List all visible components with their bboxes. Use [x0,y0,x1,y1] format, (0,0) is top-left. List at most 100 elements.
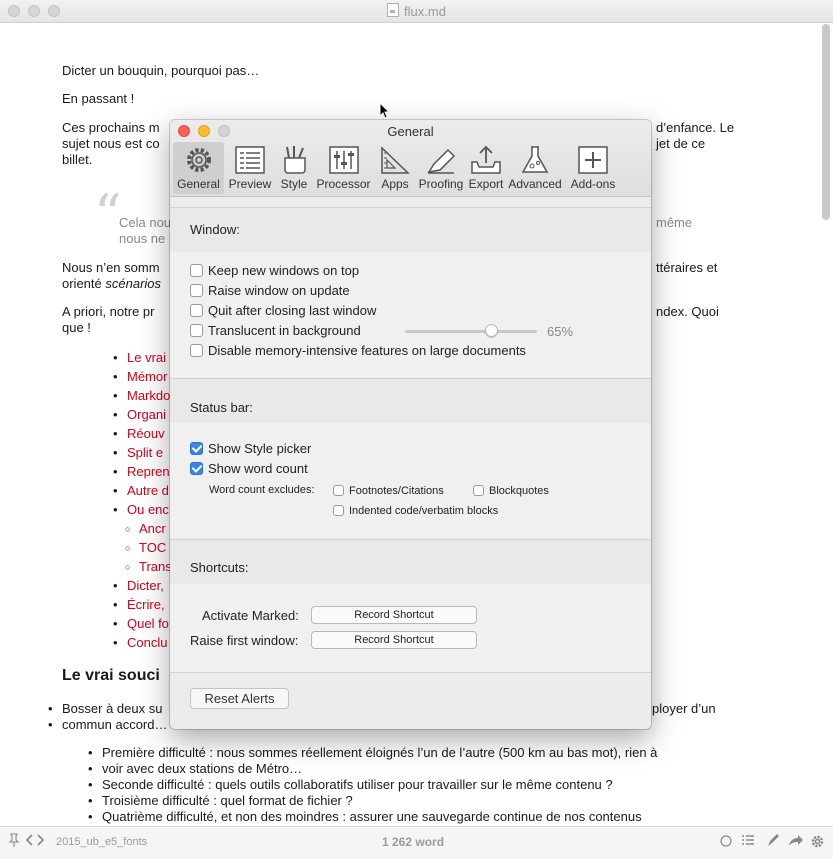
record-activate-shortcut-button[interactable]: Record Shortcut [311,606,477,624]
tab-label: Advanced [508,177,562,191]
translucency-value: 65% [547,324,574,339]
toc-link[interactable]: Mémor [113,369,168,385]
checkbox[interactable] [190,442,203,455]
word-count[interactable]: 1 262 word [382,835,444,849]
style-picker[interactable]: 2015_ub_e5_fonts [56,836,147,848]
checkbox[interactable] [190,284,203,297]
status-bar: 2015_ub_e5_fonts 1 262 word [0,826,833,859]
pen-icon[interactable] [766,833,780,851]
paragraph-fragment: ttéraires et [656,260,718,275]
tab-preview[interactable]: Preview [225,142,275,194]
toc-link[interactable]: Organi [113,407,166,423]
tab-general[interactable]: General [173,142,224,194]
add-ons-icon [565,144,621,176]
list-item: Seconde difficulté : quels outils collab… [88,777,613,793]
tab-proofing[interactable]: Proofing [416,142,466,194]
toc-link[interactable]: Ou enc [113,502,169,518]
tab-label: Preview [228,177,272,191]
toc-link[interactable]: Quel fo [113,616,169,632]
tab-label: Proofing [418,177,464,191]
blockquote-mark: “ [94,183,122,246]
translucency-slider-knob[interactable] [484,324,498,337]
blockquote-text: même [656,215,693,230]
preferences-title: General [387,124,434,139]
paragraph-fragment: commun accord… [48,717,168,733]
toc-link[interactable]: Dicter, [113,578,164,594]
checkbox-label: Footnotes/Citations [349,485,444,497]
toc-list-icon[interactable] [741,834,755,851]
checkbox-label: Show word count [208,461,308,476]
preferences-window: General General Preview Style Processor Apps… [170,120,651,729]
toc-link[interactable]: Markdo [113,388,170,404]
checkbox[interactable] [190,264,203,277]
checkbox[interactable] [190,304,203,317]
window-title-text: flux.md [404,4,446,19]
checkbox[interactable] [473,485,484,496]
blockquote-text: Cela nou [119,215,172,230]
checkbox[interactable] [190,324,203,337]
tab-label: Apps [381,177,409,191]
tab-label: Style [280,177,308,191]
tab-label: Add-ons [570,177,616,191]
translucency-slider-track[interactable] [405,330,537,333]
checkbox-label: Raise window on update [208,283,350,298]
checkbox[interactable] [190,462,203,475]
paragraph-fragment: Bosser à deux su [48,701,163,717]
preferences-toolbar: General General Preview Style Processor Apps… [170,120,651,197]
list-item: Quatrième difficulté, et non des moindre… [88,809,642,825]
tab-label: Export [468,177,504,191]
tab-style[interactable]: Style [275,142,313,194]
code-view-icon[interactable] [25,833,45,850]
tab-advanced[interactable]: Advanced [506,142,564,194]
toc-link[interactable]: Repren [113,464,170,480]
checkbox-label: Keep new windows on top [208,263,360,278]
share-icon[interactable] [788,834,804,850]
checkbox-label: Disable memory-intensive features on lar… [208,343,526,358]
section-heading: Status bar: [190,400,253,415]
record-raise-shortcut-button[interactable]: Record Shortcut [311,631,477,649]
list-item: Troisième difficulté : quel format de fi… [88,793,353,809]
activate-marked-label: Activate Marked: [202,608,299,623]
tab-export[interactable]: Export [467,142,505,194]
document-icon [387,3,400,17]
gear-icon [173,144,224,176]
vertical-scrollbar[interactable] [822,24,830,220]
export-icon [467,144,505,176]
tab-label: General [177,177,220,191]
tab-processor[interactable]: Processor [314,142,373,194]
paragraph-fragment: sujet nous est co [62,136,160,151]
checkbox[interactable] [333,505,344,516]
checkbox[interactable] [333,485,344,496]
toc-link[interactable]: Réouv [113,426,164,442]
toc-link[interactable]: Split e [113,445,163,461]
checkbox[interactable] [190,344,203,357]
list-item: Première difficulté : nous sommes réelle… [88,745,657,761]
paragraph-fragment: A priori, notre pr [62,304,155,319]
toc-link[interactable]: Le vrai [113,350,166,366]
pin-icon[interactable] [8,833,20,850]
toc-sublink[interactable]: Trans [125,559,172,575]
section-heading: Window: [190,222,240,237]
paragraph-fragment: jet de ce [656,136,706,151]
word-count-excludes-label: Word count excludes: [209,484,315,496]
advanced-icon [506,144,564,176]
paragraph-fragment: Ces prochains m [62,120,160,135]
toc-sublink[interactable]: Ancr [125,521,166,537]
paragraph-fragment: orienté scénarios [62,276,162,291]
toc-link[interactable]: Conclu [113,635,168,651]
section-heading: Le vrai souci [62,667,160,684]
section-heading: Shortcuts: [190,560,249,575]
toc-link[interactable]: Écrire, [113,597,164,613]
apps-icon [374,144,416,176]
toc-link[interactable]: Autre d [113,483,169,499]
window-section-header: Window: [170,207,651,253]
paragraph: En passant ! [62,91,135,106]
tab-add-ons[interactable]: Add-ons [565,142,621,194]
toc-sublink[interactable]: TOC [125,540,166,556]
tab-apps[interactable]: Apps [374,142,416,194]
window-titlebar: flux.md [0,0,833,23]
reset-alerts-button[interactable]: Reset Alerts [190,688,289,709]
progress-circle-icon[interactable] [720,835,732,850]
gear-icon[interactable] [810,834,825,852]
proofing-icon [416,144,466,176]
